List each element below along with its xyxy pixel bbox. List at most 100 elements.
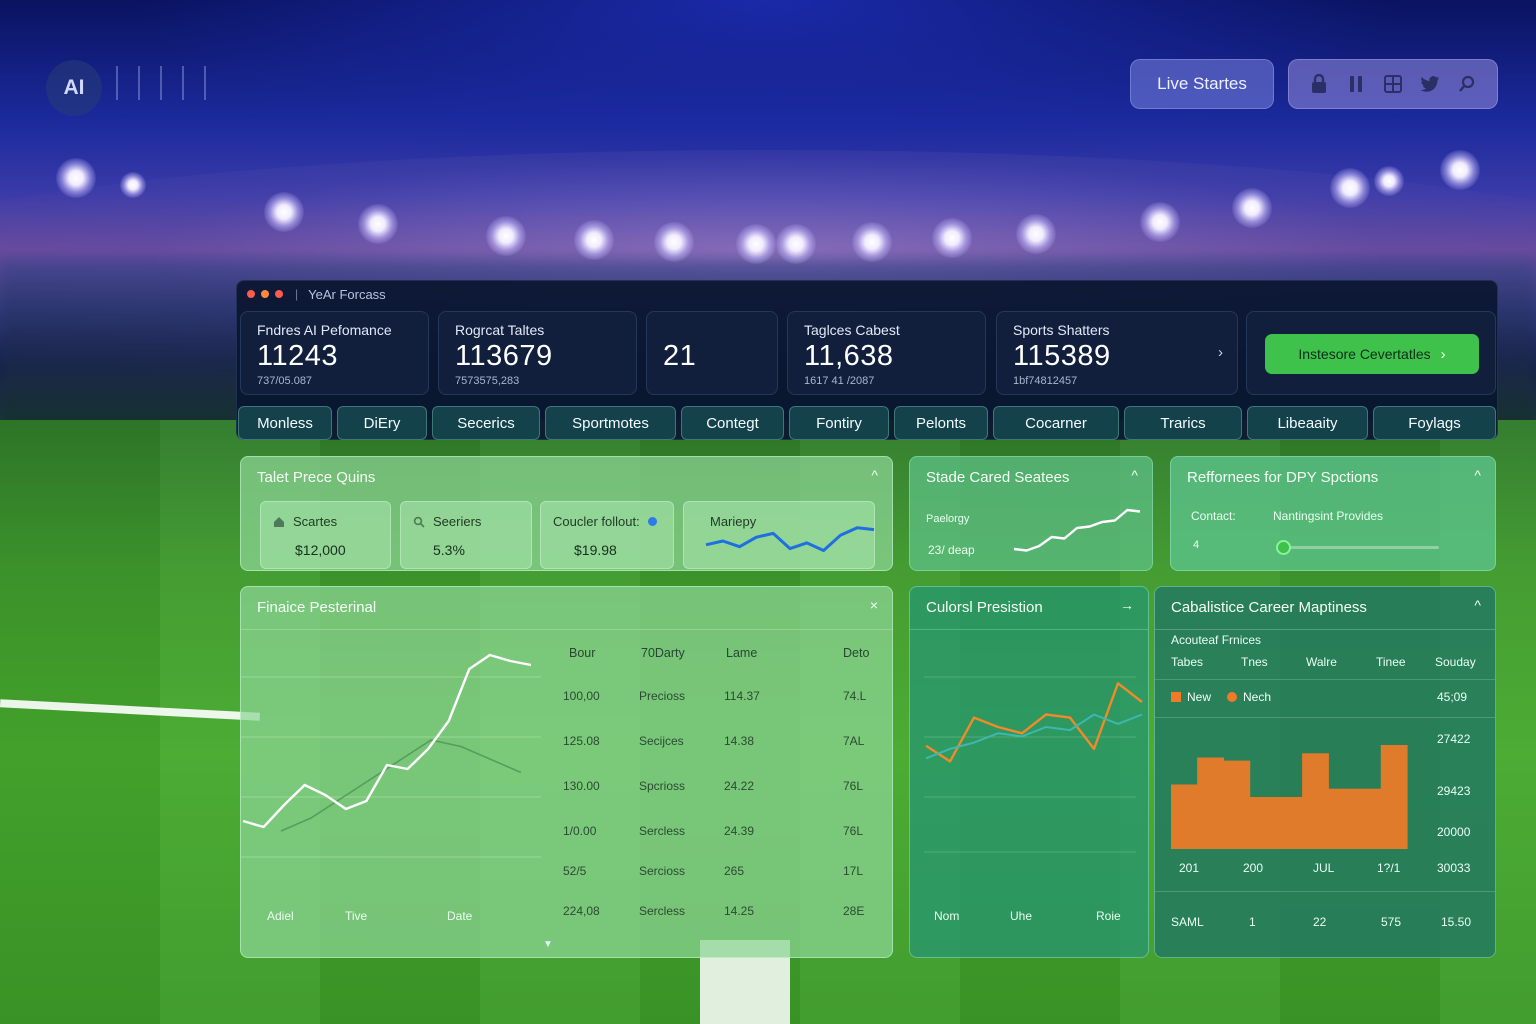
column-header[interactable]: Tinee [1376,655,1406,669]
kpi-subvalue: 1617 41 /2087 [804,375,875,387]
tab-diery[interactable]: DiEry [337,406,427,440]
career-bar [1197,757,1224,849]
tab-trarics[interactable]: Trarics [1124,406,1242,440]
stat-tile[interactable]: Seeriers 5.3% [400,501,532,569]
tab-fontiry[interactable]: Fontiry [789,406,889,440]
home-icon [274,516,284,527]
chevron-up-icon[interactable]: ^ [1131,467,1138,483]
career-bar [1380,745,1408,849]
axis-label: Nom [934,909,960,923]
pause-icon[interactable] [1345,73,1367,95]
card-subtitle: Acouteaf Frnices [1171,633,1262,647]
table-cell: Spcrioss [639,779,686,793]
maximize-dot-icon[interactable] [275,290,283,298]
floodlight [486,216,526,256]
x-tick-label: 201 [1179,861,1200,875]
minimize-dot-icon[interactable] [261,290,269,298]
career-bar [1302,753,1329,849]
search-icon[interactable] [1456,73,1478,95]
trend-series [1013,508,1141,552]
stat-tile[interactable]: Scartes $12,000 [260,501,391,569]
y-tick-label: 27422 [1437,732,1471,746]
finance-line-chart [241,653,541,858]
table-header[interactable]: Bour [569,646,595,660]
prediction-series-teal [925,713,1143,760]
tab-contegt[interactable]: Contegt [681,406,784,440]
card-title: Cabalistice Career Maptiness [1171,599,1367,616]
chevron-up-icon[interactable]: ^ [871,467,878,483]
career-bar [1223,760,1251,849]
floodlight [358,204,398,244]
table-header[interactable]: Deto [843,646,869,660]
tab-secerics[interactable]: Secerics [432,406,540,440]
card-title: Talet Prece Quins [257,469,376,486]
arrow-right-icon[interactable]: → [1120,597,1134,613]
brand-logo[interactable]: AI [46,60,102,116]
grid-icon[interactable] [1382,73,1404,95]
table-cell: Sercioss [639,864,686,878]
y-tick-label: 45;09 [1437,690,1468,704]
title-separator: | [295,287,299,301]
contact-label: Contact: [1191,509,1236,523]
kpi-card[interactable]: Rogrcat Taltes 113679 7573575,283 [438,311,637,395]
close-icon[interactable]: × [870,597,878,613]
provider-slider-knob[interactable] [1276,540,1292,555]
stat-tile[interactable]: Coucler follout: $19.98 [540,501,674,569]
row-divider [1155,891,1495,892]
finance-primary-series [242,653,532,829]
chart-label: 23/ deap [928,543,975,557]
kpi-card[interactable]: Taglces Cabest 11,638 1617 41 /2087 [787,311,986,395]
provider-slider-track[interactable] [1275,540,1439,555]
table-cell: 52/5 [563,864,587,878]
tab-foylags[interactable]: Foylags [1373,406,1496,440]
table-cell: 76L [843,779,864,793]
chevron-up-icon[interactable]: ^ [1474,467,1481,483]
tab-sportmotes[interactable]: Sportmotes [545,406,676,440]
table-header[interactable]: Lame [726,646,757,660]
window-titlebar: | YeAr Forcass [237,281,1497,307]
lock-icon[interactable] [1308,73,1330,95]
column-header[interactable]: Souday [1435,655,1476,669]
table-cell: 28E [843,904,865,918]
scroll-down-icon[interactable]: ▼ [543,939,553,950]
close-dot-icon[interactable] [247,290,255,298]
kpi-label: Fndres AI Pefomance [257,322,392,338]
twitter-icon[interactable] [1419,73,1441,95]
card-title: Culorsl Presistion [926,599,1043,616]
column-header[interactable]: Tabes [1171,655,1203,669]
kpi-value: 11243 [257,340,338,372]
kpi-label: Sports Shatters [1013,322,1110,338]
instesore-cta-button[interactable]: Instesore Cevertatles › [1265,334,1479,374]
column-header[interactable]: Walre [1306,655,1337,669]
kpi-card[interactable]: Sports Shatters 115389 1bf74812457 › [996,311,1238,395]
kpi-subvalue: 7573575,283 [455,375,520,387]
card-title: Stade Cared Seatees [926,469,1070,486]
finance-secondary-series [280,739,522,832]
legend-square-icon [1171,692,1181,702]
table-header[interactable]: 70Darty [641,646,685,660]
chevron-up-icon[interactable]: ^ [1474,597,1481,613]
kpi-card[interactable]: 21 [646,311,778,395]
table-cell: 7AL [843,734,865,748]
floodlight [776,224,816,264]
provider-name: Nantingsint Provides [1273,509,1384,523]
column-header[interactable]: Tnes [1241,655,1268,669]
live-startes-button[interactable]: Live Startes [1130,59,1274,109]
career-bar [1354,788,1382,849]
tab-cocarner[interactable]: Cocarner [993,406,1119,440]
tab-pelonts[interactable]: Pelonts [894,406,988,440]
kpi-card[interactable]: Fndres AI Pefomance 11243 737/05.087 [240,311,429,395]
toolbar-icons [1288,59,1498,109]
tab-libeaaity[interactable]: Libeaaity [1247,406,1368,440]
card-divider [1155,629,1495,630]
x-tick-label: 200 [1243,861,1264,875]
tab-monless[interactable]: Monless [238,406,332,440]
sparkline-tile[interactable]: Mariepy [683,501,875,569]
stade-seatees-card: Stade Cared Seatees ^ Paelorgy 23/ deap [909,456,1153,571]
slider-mark: 4 [1193,539,1200,551]
stat-tile-label: Scartes [293,514,338,529]
table-cell: 24.39 [724,824,755,838]
references-card: Reffornees for DPY Spctions ^ Contact: N… [1170,456,1496,571]
chevron-right-icon[interactable]: › [1218,344,1223,361]
floodlight [736,224,776,264]
